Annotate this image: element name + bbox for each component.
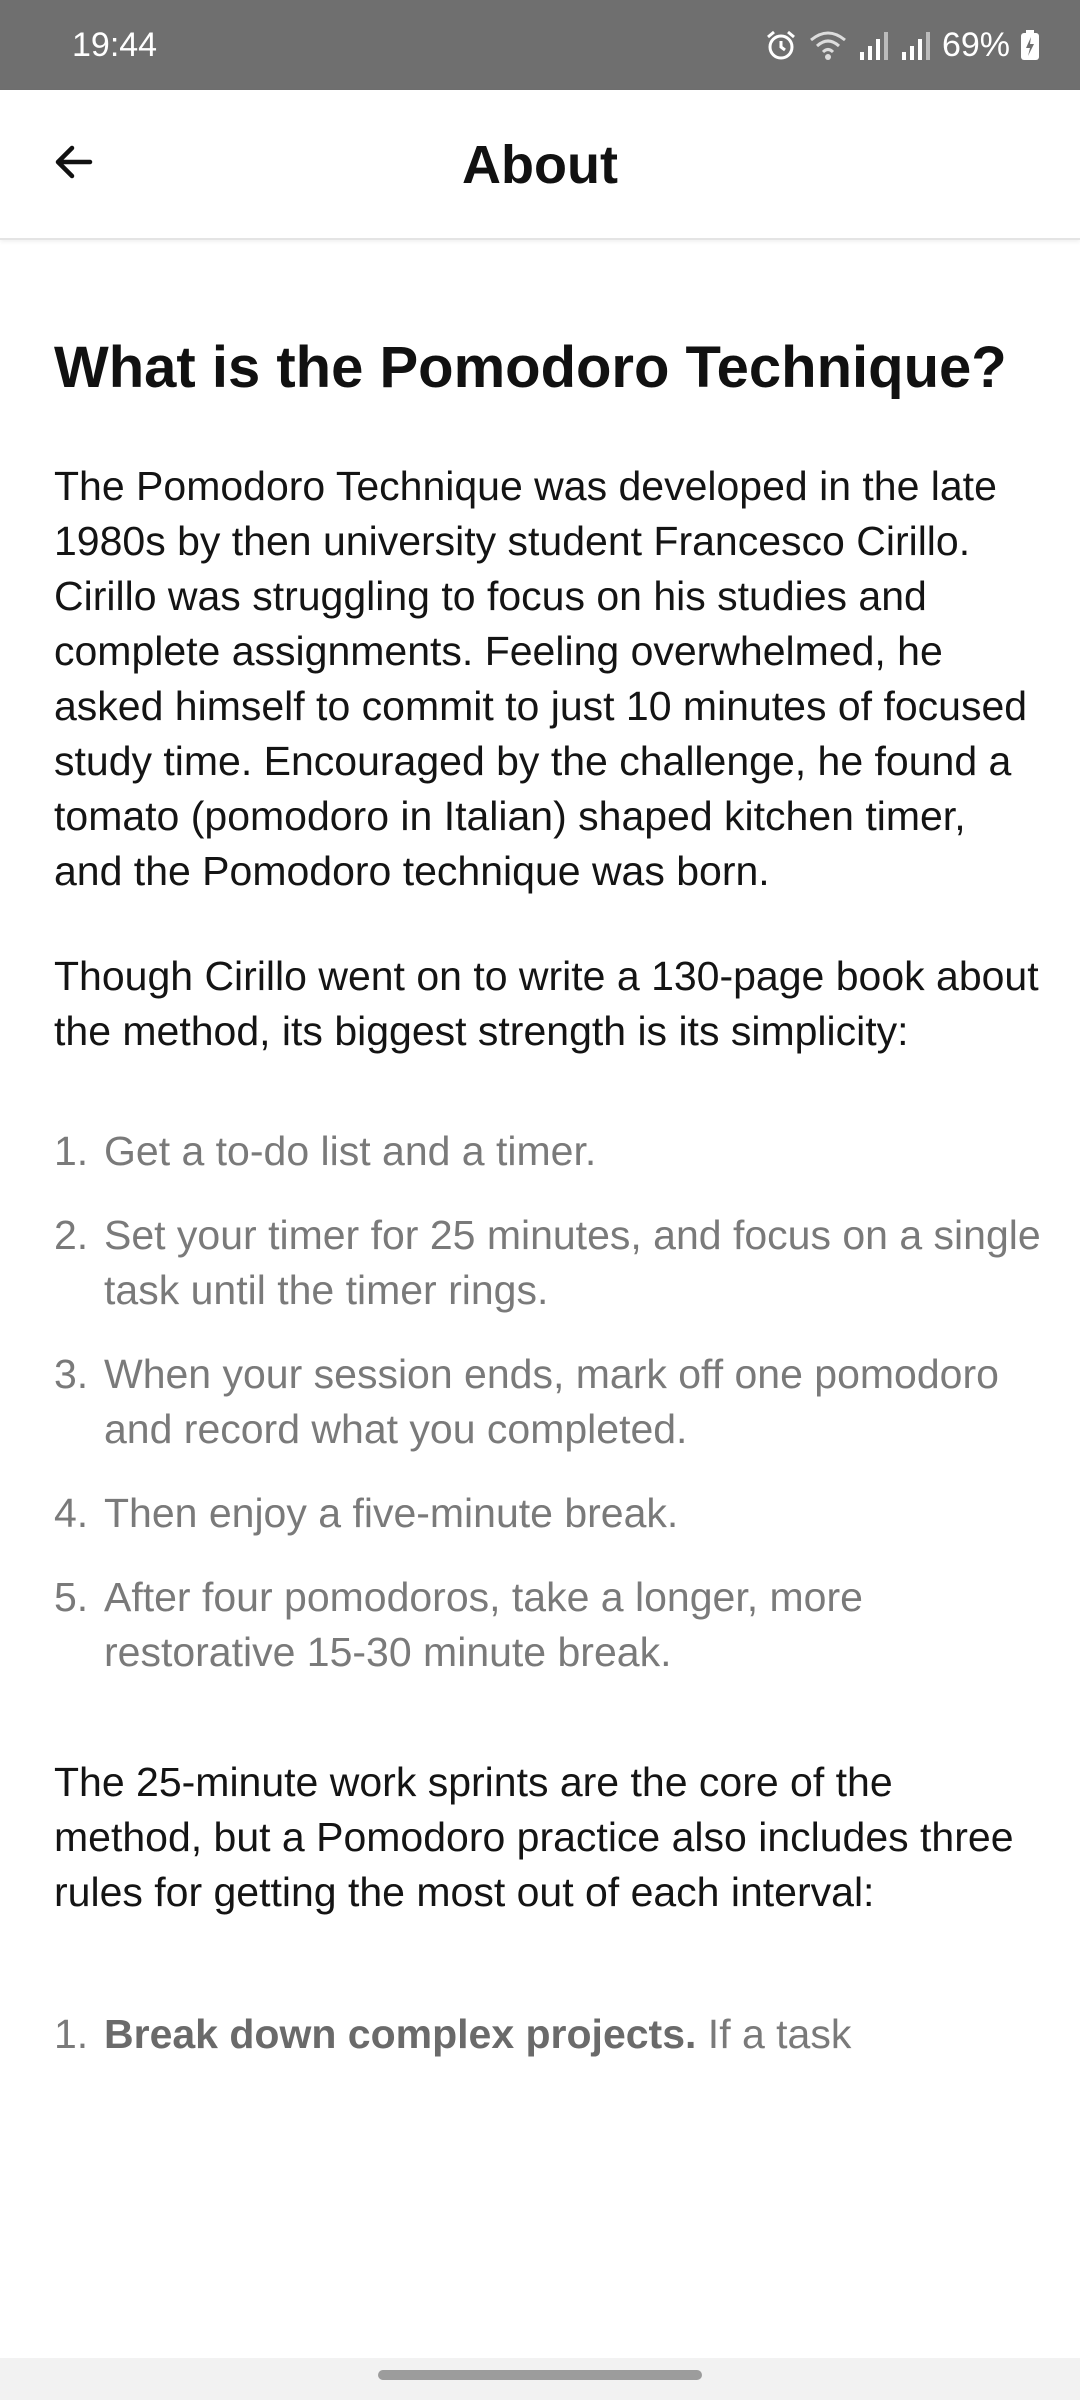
- status-bar: 19:44 69%: [0, 0, 1080, 90]
- steps-list: 1. Get a to-do list and a timer. 2. Set yo…: [54, 1124, 1044, 1680]
- list-item-text: Then enjoy a five-minute break.: [104, 1490, 679, 1536]
- list-item-number: 1.: [54, 1128, 89, 1174]
- battery-charging-icon: [1020, 28, 1040, 62]
- list-item-number: 2.: [54, 1212, 89, 1258]
- rule-text: If a task: [696, 2011, 852, 2057]
- list-item-text: Break down complex projects. If a task: [104, 2007, 851, 2062]
- signal-icon: [858, 28, 890, 62]
- status-icons: 69%: [764, 26, 1040, 65]
- list-item-number: 4.: [54, 1490, 89, 1536]
- list-item: 1. Get a to-do list and a timer.: [54, 1124, 1044, 1179]
- list-item: 2. Set your timer for 25 minutes, and foc…: [54, 1208, 1044, 1318]
- wifi-icon: [808, 28, 848, 62]
- list-item-number: 3.: [54, 1351, 89, 1397]
- home-indicator[interactable]: [378, 2370, 702, 2380]
- rule-title: Break down complex projects.: [104, 2011, 697, 2057]
- page-title: About: [462, 135, 618, 195]
- section-heading: What is the Pomodoro Technique?: [54, 335, 1007, 400]
- list-item-text: Get a to-do list and a timer.: [104, 1128, 597, 1174]
- list-item-number: 1.: [54, 2011, 89, 2057]
- alarm-icon: [764, 28, 798, 62]
- list-item-text: Set your timer for 25 minutes, and focus…: [104, 1212, 1041, 1313]
- method-paragraph: Though Cirillo went on to write a 130-pa…: [54, 953, 1039, 1054]
- list-item: 3. When your session ends, mark off one p…: [54, 1347, 1044, 1457]
- list-item: 1. Break down complex projects. If a task: [54, 2007, 1044, 2062]
- status-time: 19:44: [72, 25, 158, 64]
- signal-icon-2: [900, 28, 932, 62]
- intro-paragraph: The Pomodoro Technique was developed in …: [54, 463, 1028, 894]
- list-item-text: After four pomodoros, take a longer, mor…: [104, 1574, 863, 1675]
- about-content: What is the Pomodoro Technique? The Pomo…: [54, 330, 1044, 2062]
- list-item-text: When your session ends, mark off one pom…: [104, 1351, 999, 1452]
- system-nav-bar: [0, 2358, 1080, 2400]
- rules-list: 1. Break down complex projects. If a task: [54, 2007, 1044, 2062]
- battery-percent: 69%: [941, 25, 1010, 64]
- app-bar: About: [0, 90, 1080, 240]
- list-item: 5. After four pomodoros, take a longer, m…: [54, 1570, 1044, 1680]
- rules-paragraph: The 25-minute work sprints are the core …: [54, 1759, 1014, 1915]
- list-item: 4. Then enjoy a five-minute break.: [54, 1486, 1044, 1541]
- list-item-number: 5.: [54, 1574, 89, 1620]
